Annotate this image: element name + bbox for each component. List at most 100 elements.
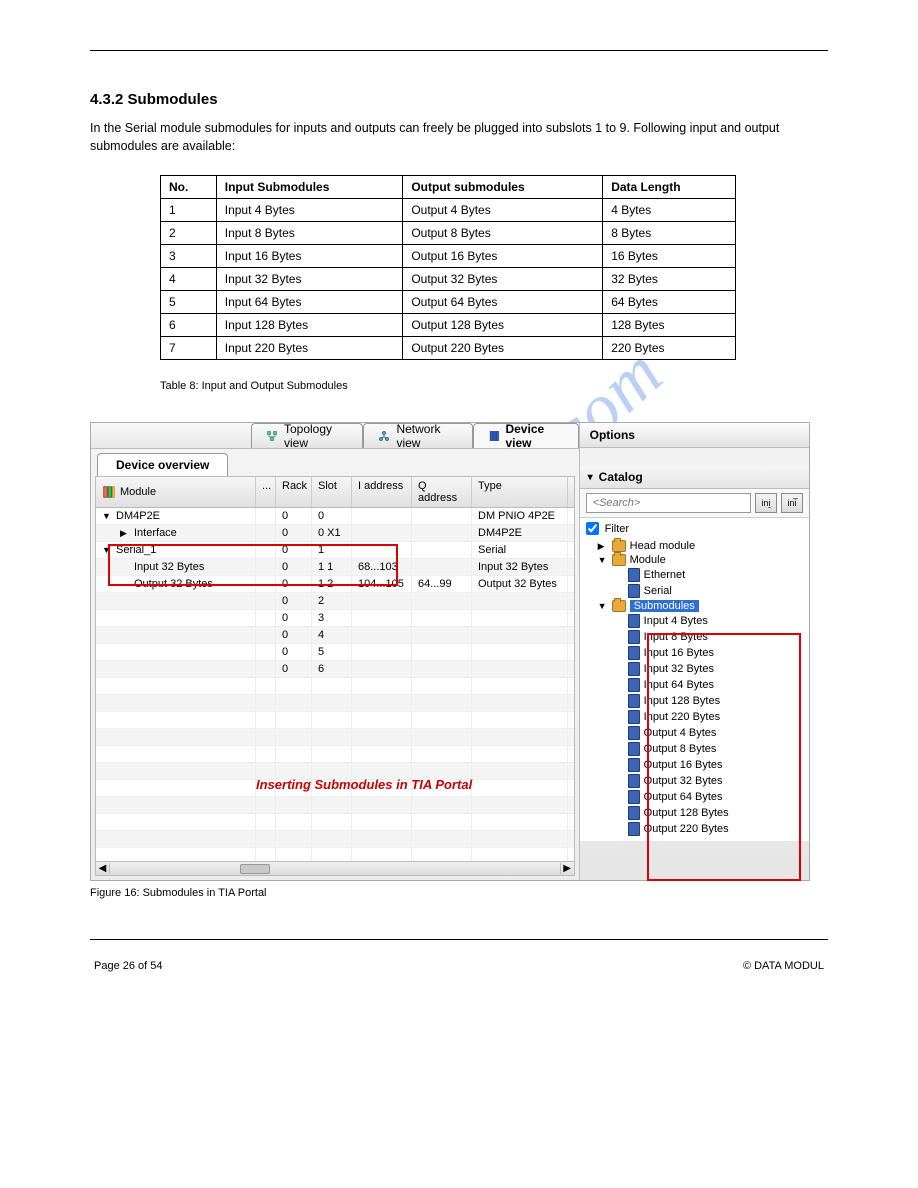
device-row[interactable]: 02: [96, 593, 574, 610]
device-row-empty: [96, 831, 574, 848]
table-row: 7Input 220 BytesOutput 220 Bytes220 Byte…: [161, 337, 736, 360]
catalog-tree-item[interactable]: Input 220 Bytes: [586, 709, 803, 725]
table-cell: Output 8 Bytes: [403, 222, 603, 245]
table-header-row: No. Input Submodules Output submodules D…: [161, 176, 736, 199]
device-row[interactable]: 03: [96, 610, 574, 627]
tree-toggle-icon[interactable]: ▶: [120, 528, 130, 539]
topology-icon: [266, 429, 278, 443]
tab-topology-view[interactable]: Topology view: [251, 423, 363, 448]
device-row[interactable]: ▼ Serial_101Serial: [96, 542, 574, 559]
tree-toggle-icon[interactable]: ▼: [598, 601, 608, 611]
device-row[interactable]: 06: [96, 661, 574, 678]
table-cell: 8 Bytes: [603, 222, 735, 245]
catalog-tree-item[interactable]: Output 8 Bytes: [586, 741, 803, 757]
table-cell: Input 8 Bytes: [216, 222, 403, 245]
catalog-tree-item[interactable]: ▶Head module: [586, 539, 803, 553]
bottom-rule: [90, 939, 828, 940]
tab-network-view[interactable]: Network view: [363, 423, 472, 448]
catalog-tree-item[interactable]: ▼ Module: [586, 553, 803, 567]
table-cell: 64 Bytes: [603, 291, 735, 314]
table-row: 6Input 128 BytesOutput 128 Bytes128 Byte…: [161, 314, 736, 337]
catalog-tree-item[interactable]: Ethernet: [586, 567, 803, 583]
footer-right: © DATA MODUL: [743, 960, 824, 972]
catalog-tree-item[interactable]: Serial: [586, 583, 803, 599]
catalog-tree-item[interactable]: Input 128 Bytes: [586, 693, 803, 709]
catalog-item-label: Ethernet: [644, 569, 686, 581]
device-row[interactable]: 05: [96, 644, 574, 661]
catalog-item-label: Input 128 Bytes: [644, 695, 720, 707]
device-row-empty: [96, 712, 574, 729]
catalog-tree-item[interactable]: Input 64 Bytes: [586, 677, 803, 693]
table-cell: 7: [161, 337, 217, 360]
table-cell: Output 4 Bytes: [403, 199, 603, 222]
tab-device-view[interactable]: Device view: [473, 423, 579, 448]
module-chip-icon: [628, 694, 640, 708]
catalog-item-label: Serial: [644, 585, 672, 597]
catalog-item-label: Submodules: [630, 600, 699, 612]
tree-toggle-icon[interactable]: ▶: [598, 541, 608, 552]
catalog-tree-item[interactable]: ▼ Submodules: [586, 599, 803, 613]
table-cell: 1: [161, 199, 217, 222]
module-chip-icon: [628, 710, 640, 724]
catalog-tree-item[interactable]: Input 8 Bytes: [586, 629, 803, 645]
catalog-item-label: Output 16 Bytes: [644, 759, 723, 771]
catalog-search-input[interactable]: [586, 493, 751, 513]
horizontal-scrollbar[interactable]: ◀ ▶: [96, 861, 574, 875]
table-cell: 16 Bytes: [603, 245, 735, 268]
col-slot: Slot: [312, 477, 352, 507]
catalog-item-label: Input 64 Bytes: [644, 679, 714, 691]
tree-toggle-icon[interactable]: ▼: [102, 511, 112, 521]
module-chip-icon: [628, 774, 640, 788]
device-row-empty: [96, 678, 574, 695]
catalog-tree-item[interactable]: Input 4 Bytes: [586, 613, 803, 629]
th-output: Output submodules: [403, 176, 603, 199]
table-cell: 4: [161, 268, 217, 291]
device-row[interactable]: Input 32 Bytes01 168...103Input 32 Bytes: [96, 559, 574, 576]
tree-toggle-icon[interactable]: ▼: [598, 555, 608, 565]
table-cell: Input 128 Bytes: [216, 314, 403, 337]
catalog-tree-item[interactable]: Input 16 Bytes: [586, 645, 803, 661]
scroll-thumb[interactable]: [240, 864, 270, 874]
module-chip-icon: [628, 742, 640, 756]
scroll-left-button[interactable]: ◀: [96, 863, 110, 874]
chevron-down-icon: ▾: [588, 472, 593, 483]
device-row[interactable]: ▼ DM4P2E00DM PNIO 4P2E: [96, 508, 574, 525]
scroll-right-button[interactable]: ▶: [560, 863, 574, 874]
network-icon: [378, 429, 390, 443]
catalog-tree-item[interactable]: Output 220 Bytes: [586, 821, 803, 837]
catalog-item-label: Output 220 Bytes: [644, 823, 729, 835]
device-row[interactable]: ▶ Interface00 X1DM4P2E: [96, 525, 574, 542]
filter-checkbox[interactable]: [586, 522, 599, 535]
catalog-tree-item[interactable]: Output 4 Bytes: [586, 725, 803, 741]
table-cell: 4 Bytes: [603, 199, 735, 222]
table-row: 3Input 16 BytesOutput 16 Bytes16 Bytes: [161, 245, 736, 268]
device-row[interactable]: 04: [96, 627, 574, 644]
table-cell: 5: [161, 291, 217, 314]
filter-label: Filter: [605, 523, 629, 535]
device-row-empty: [96, 797, 574, 814]
section-heading: 4.3.2 Submodules: [90, 91, 828, 108]
col-type: Type: [472, 477, 568, 507]
view-tabs: Topology view Network view Device view: [91, 423, 579, 449]
catalog-item-label: Input 32 Bytes: [644, 663, 714, 675]
tia-portal-screenshot: Topology view Network view Device view D…: [90, 422, 810, 881]
catalog-item-label: Output 8 Bytes: [644, 743, 717, 755]
tree-toggle-icon[interactable]: ▼: [102, 545, 112, 555]
search-up-button[interactable]: ini̅: [781, 493, 803, 513]
catalog-tree-item[interactable]: Output 64 Bytes: [586, 789, 803, 805]
search-down-button[interactable]: ini̱: [755, 493, 777, 513]
device-row[interactable]: Output 32 Bytes01 2104...10564...99Outpu…: [96, 576, 574, 593]
device-overview-tab[interactable]: Device overview: [97, 453, 228, 476]
table-cell: Input 4 Bytes: [216, 199, 403, 222]
module-chip-icon: [628, 662, 640, 676]
table-cell: Input 16 Bytes: [216, 245, 403, 268]
table-caption: Table 8: Input and Output Submodules: [160, 380, 828, 392]
catalog-item-label: Module: [630, 554, 666, 566]
catalog-tree-item[interactable]: Output 16 Bytes: [586, 757, 803, 773]
catalog-tree-item[interactable]: Input 32 Bytes: [586, 661, 803, 677]
catalog-header[interactable]: ▾ Catalog: [580, 466, 809, 489]
catalog-tree-item[interactable]: Output 32 Bytes: [586, 773, 803, 789]
module-chip-icon: [628, 568, 640, 582]
catalog-tree-item[interactable]: Output 128 Bytes: [586, 805, 803, 821]
footer-left: Page 26 of 54: [94, 960, 163, 972]
